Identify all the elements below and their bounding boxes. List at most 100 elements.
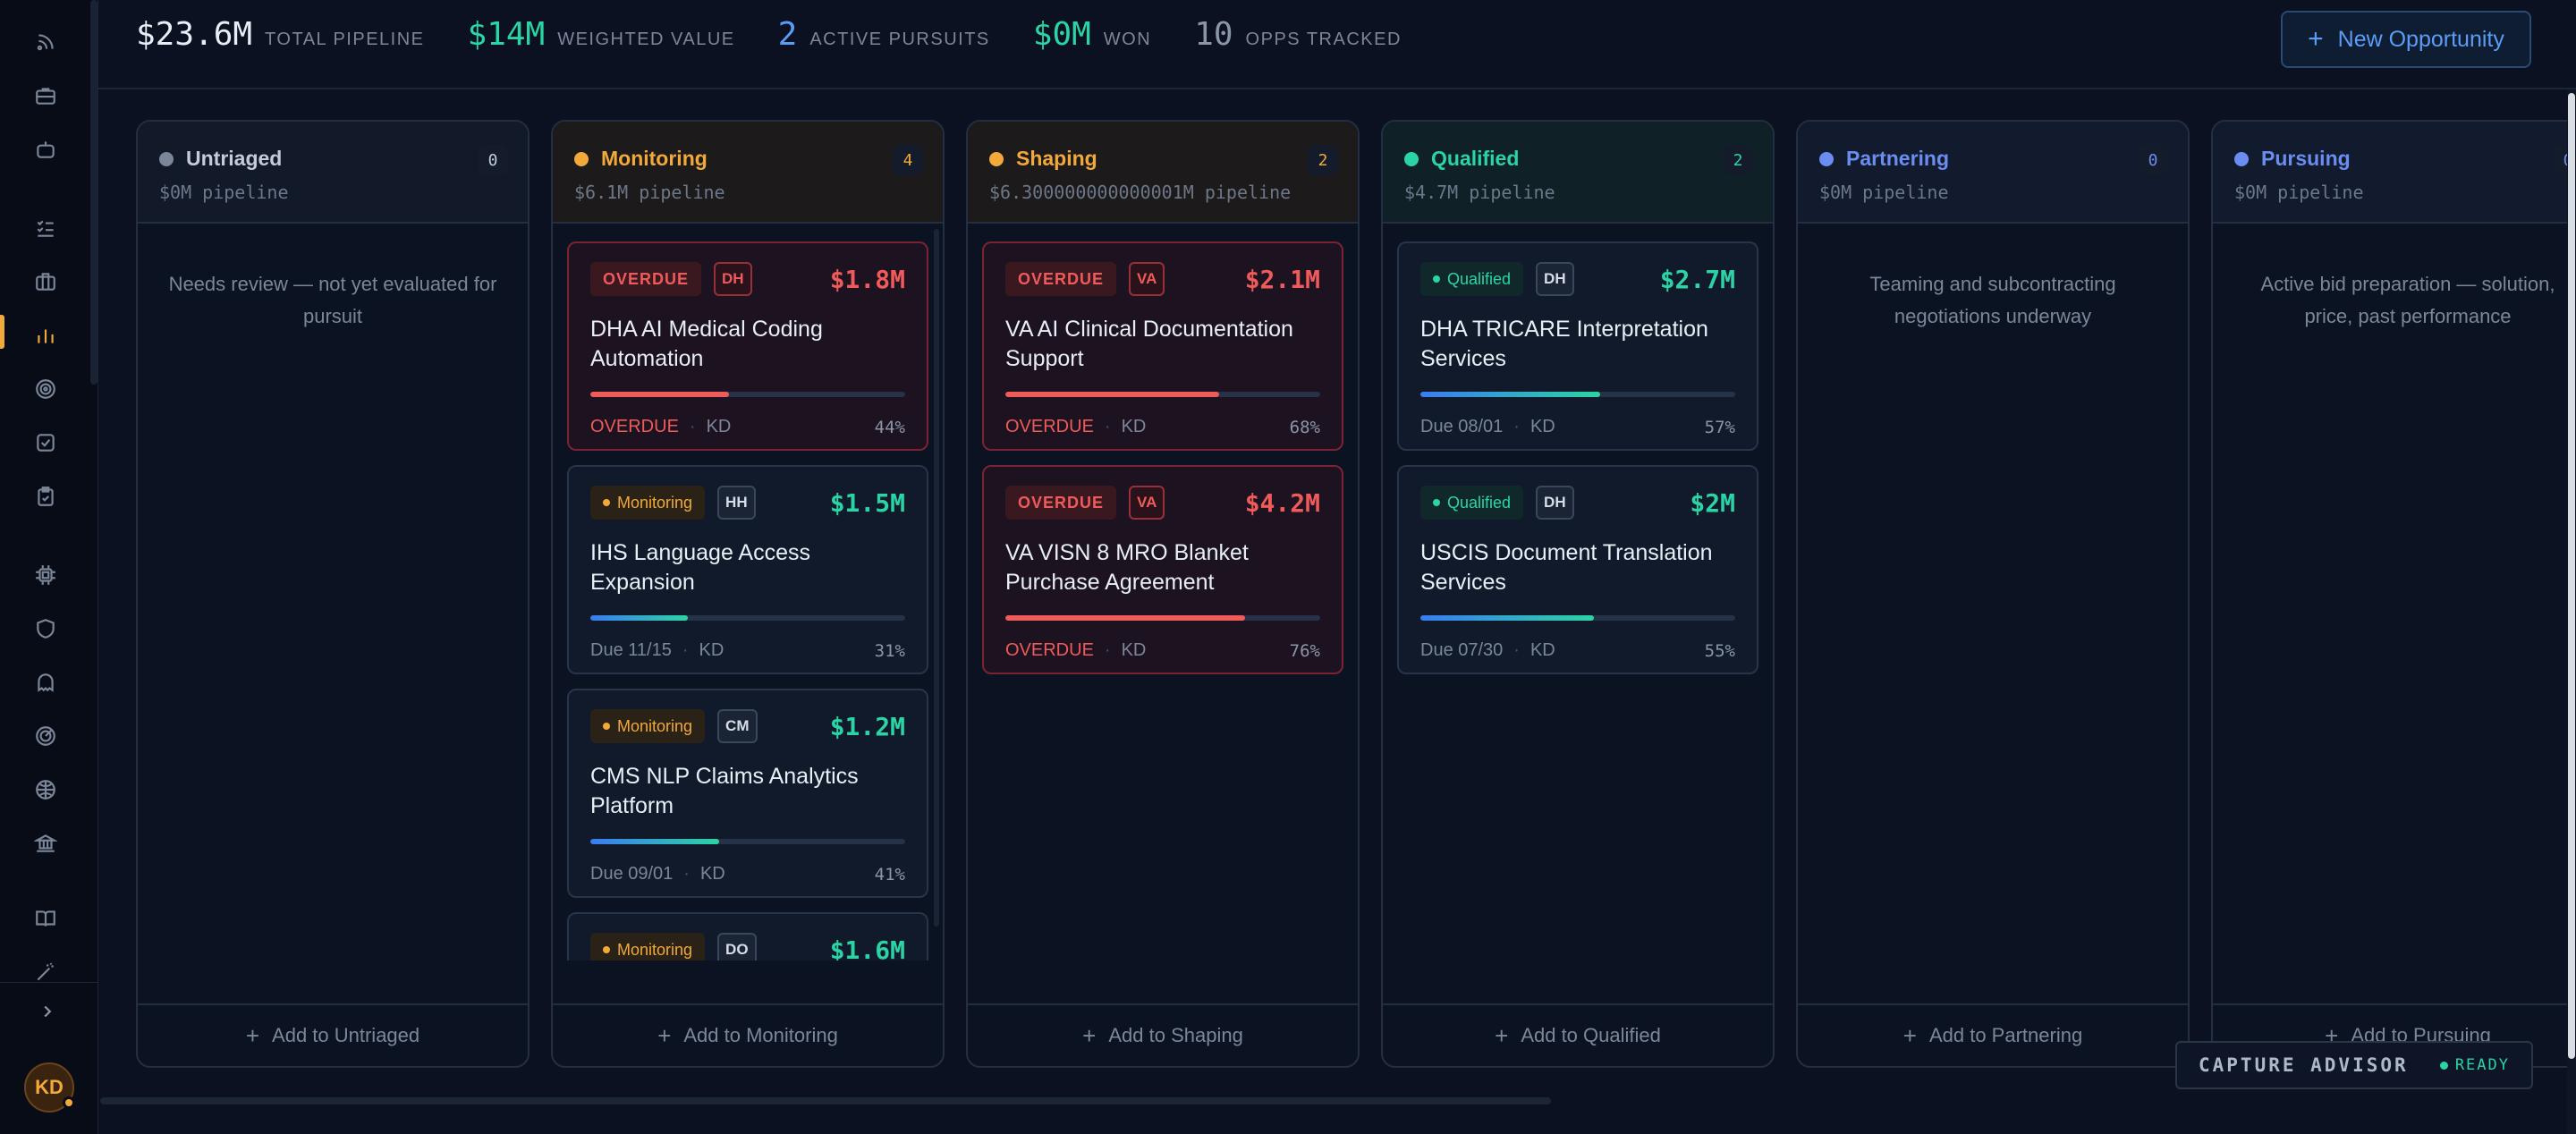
sidebar-nav-briefcase-alt[interactable]	[29, 265, 63, 299]
column-monitoring: Monitoring $6.1M pipeline 4 OVERDUE DH $1.8M D…	[551, 120, 945, 1068]
card-footer: OVERDUE · KD 44%	[590, 417, 905, 437]
avatar[interactable]: KD	[24, 1062, 75, 1113]
add-card-button[interactable]: + Add to Untriaged	[138, 1003, 528, 1066]
sidebar-nav-shield[interactable]	[29, 612, 63, 646]
clipboard-check-icon	[38, 487, 54, 506]
stage-dot	[159, 151, 174, 166]
card-footer: OVERDUE · KD 68%	[1005, 417, 1320, 437]
checklist-icon	[37, 220, 54, 237]
sidebar-nav-magic-wand[interactable]	[29, 955, 63, 989]
sidebar-nav-bar-chart[interactable]	[29, 318, 63, 352]
owner-initials: KD	[1530, 417, 1555, 436]
sidebar-nav-checklist[interactable]	[29, 211, 63, 245]
sidebar-nav-briefcase[interactable]	[29, 79, 63, 113]
add-card-button[interactable]: + Add to Monitoring	[553, 1003, 943, 1066]
stat-label: OPPS TRACKED	[1245, 30, 1402, 49]
card-title: USCIS Document Translation Services	[1420, 540, 1713, 595]
card-amount: $1.5M	[829, 487, 905, 518]
column-body: OVERDUE VA $2.1M VA AI Clinical Documentati…	[968, 225, 1358, 961]
card-title: DHA AI Medical Coding Automation	[590, 317, 823, 371]
sidebar-nav-cpu[interactable]	[29, 558, 63, 592]
add-card-button[interactable]: + Add to Partnering	[1798, 1003, 2188, 1066]
status-badge: OVERDUE	[1005, 262, 1117, 296]
progress-percent: 41%	[874, 864, 905, 884]
stat-label: WON	[1103, 30, 1152, 49]
column-body: Teaming and subcontracting negotiations …	[1798, 225, 2188, 961]
card-header: Qualified DH $2.7M	[1420, 261, 1735, 297]
column-title: Untriaged	[159, 147, 506, 171]
opportunity-card[interactable]: OVERDUE DH $1.8M DHA AI Medical Coding Auto…	[567, 241, 928, 451]
progress-fill	[1420, 615, 1594, 621]
status-label: READY	[2454, 1056, 2510, 1074]
agency-initials-badge: CM	[717, 709, 758, 743]
add-card-button[interactable]: + Add to Shaping	[968, 1003, 1358, 1066]
status-label: OVERDUE	[603, 269, 690, 288]
separator-dot: ·	[1104, 640, 1111, 660]
column-header: Partnering $0M pipeline 0	[1798, 122, 2188, 224]
column-qualified: Qualified $4.7M pipeline 2 Qualified DH $2.7M…	[1381, 120, 1775, 1068]
add-card-button[interactable]: + Add to Qualified	[1383, 1003, 1773, 1066]
rss-icon	[37, 34, 54, 51]
capture-advisor-widget[interactable]: CAPTURE ADVISOR READY	[2175, 1041, 2533, 1089]
sidebar-divider	[0, 982, 98, 983]
progress-bar	[1005, 392, 1320, 397]
opportunity-card[interactable]: OVERDUE VA $4.2M VA VISN 8 MRO Blanket Purc…	[982, 465, 1343, 674]
card-title: DHA TRICARE Interpretation Services	[1420, 317, 1708, 371]
separator-dot: ·	[1513, 417, 1520, 436]
column-empty-message: Teaming and subcontracting negotiations …	[1869, 273, 2116, 327]
agency-initials-badge: VA	[1129, 262, 1165, 296]
card-footer: Due 08/01 · KD 57%	[1420, 417, 1735, 437]
card-title: VA VISN 8 MRO Blanket Purchase Agreement	[1005, 540, 1249, 595]
add-card-label: Add to Partnering	[1928, 1024, 2083, 1046]
sidebar-nav-target[interactable]	[29, 372, 63, 406]
opportunity-card[interactable]: Monitoring HH $1.5M IHS Language Access Exp…	[567, 465, 928, 674]
progress-bar	[1005, 615, 1320, 621]
progress-bar	[590, 839, 905, 844]
due-date: Due 11/15	[590, 640, 672, 660]
opportunity-card[interactable]: Qualified DH $2.7M DHA TRICARE Interpretati…	[1397, 241, 1758, 451]
opportunity-card[interactable]: MonitoringDO$1.6MDoD CDAO AI Tools Integ…	[567, 912, 928, 961]
capture-advisor-title: CAPTURE ADVISOR	[2199, 1054, 2409, 1076]
progress-fill	[1005, 392, 1220, 397]
expand-sidebar-button[interactable]	[32, 996, 63, 1027]
board-horizontal-scrollbar[interactable]	[100, 1097, 1551, 1104]
sidebar-nav-clipboard-check[interactable]	[29, 479, 63, 513]
sidebar-nav-book-open[interactable]	[29, 901, 63, 935]
column-title: Pursuing	[2234, 147, 2576, 171]
sidebar-nav-landmark[interactable]	[29, 826, 63, 860]
owner-initials: KD	[1121, 417, 1147, 436]
sidebar-nav-radar[interactable]	[29, 719, 63, 753]
check-square-icon	[37, 434, 55, 452]
new-opportunity-button[interactable]: + New Opportunity	[2281, 11, 2531, 68]
status-dot	[1433, 275, 1440, 283]
sidebar-scrollbar[interactable]	[90, 0, 97, 385]
card-header: Monitoring HH $1.5M	[590, 485, 905, 520]
agency-initials-badge: DO	[717, 933, 757, 961]
owner-initials: KD	[699, 640, 724, 660]
column-header: Qualified $4.7M pipeline 2	[1383, 122, 1773, 224]
brain-icon	[36, 780, 55, 800]
briefcase-alt-icon	[36, 273, 55, 291]
opportunity-card[interactable]: Qualified DH $2M USCIS Document Translation…	[1397, 465, 1758, 674]
status-badge: Monitoring	[590, 933, 706, 961]
column-untriaged: Untriaged $0M pipeline 0 Needs review — not…	[136, 120, 530, 1068]
column-body: Active bid preparation — solution, price…	[2213, 225, 2576, 961]
column-name: Partnering	[1846, 147, 1950, 170]
sidebar-nav-brain[interactable]	[29, 773, 63, 807]
plus-icon: +	[1902, 1021, 1917, 1049]
chevron-right-icon	[44, 1005, 52, 1018]
sidebar-nav-ghost[interactable]	[29, 665, 63, 699]
owner-initials: KD	[699, 864, 725, 884]
sidebar-nav-bot[interactable]	[29, 132, 63, 166]
progress-fill	[590, 392, 729, 397]
stat-won: $0M WON	[1033, 16, 1151, 53]
page-scrollbar[interactable]	[2568, 93, 2575, 1059]
opportunity-card[interactable]: Monitoring CM $1.2M CMS NLP Claims Analytic…	[567, 689, 928, 898]
column-header: Pursuing$0M pipeline0	[2213, 122, 2576, 224]
sidebar-nav-check-square[interactable]	[29, 426, 63, 460]
sidebar-nav-rss[interactable]	[29, 25, 63, 59]
opportunity-card[interactable]: OVERDUE VA $2.1M VA AI Clinical Documentati…	[982, 241, 1343, 451]
card-footer: Due 11/15 · KD 31%	[590, 640, 905, 661]
card-amount: $2.1M	[1244, 264, 1320, 294]
owner-initials: KD	[706, 417, 732, 436]
